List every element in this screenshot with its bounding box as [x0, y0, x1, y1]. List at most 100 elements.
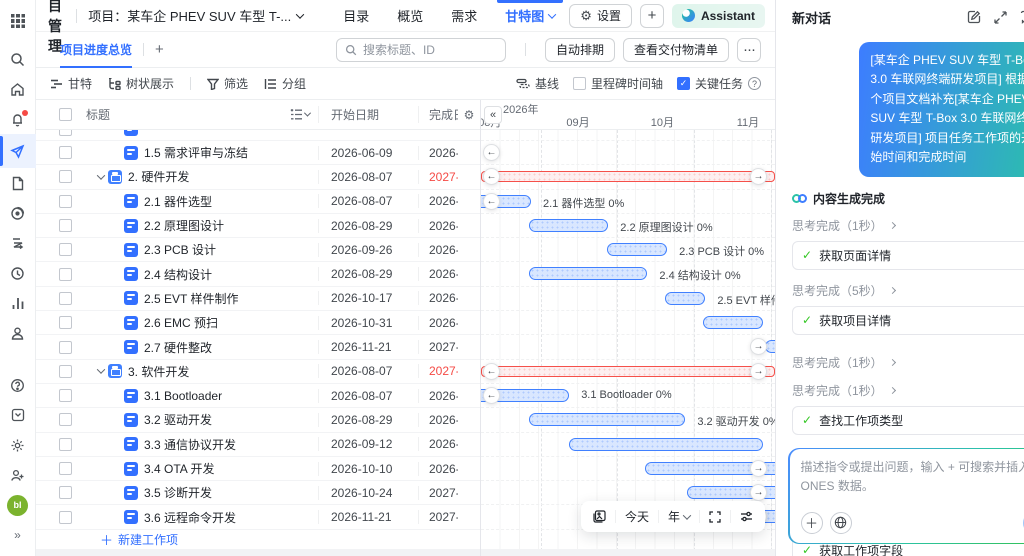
table-row[interactable]: 2.5 EVT 样件制作 2026-10-17 2026-10	[36, 286, 480, 312]
gantt-bar[interactable]	[528, 218, 609, 232]
gantt-bar[interactable]	[568, 437, 763, 451]
gantt-bar[interactable]	[665, 291, 706, 305]
table-row[interactable]: 3.6 远程命令开发 2026-11-21 2027-02	[36, 505, 480, 530]
scroll-to-bar-right-arrow[interactable]: →	[750, 459, 767, 477]
select-all-checkbox[interactable]	[59, 108, 72, 121]
start-date-cell[interactable]: 2026-08-29	[318, 218, 418, 233]
start-date-cell[interactable]: 2026-09-26	[318, 242, 418, 257]
task-title[interactable]: 3.1 Bootloader	[144, 389, 222, 403]
help-icon[interactable]	[0, 370, 36, 400]
task-title[interactable]: 2.2 原理图设计	[144, 217, 224, 234]
web-globe-button[interactable]	[829, 511, 852, 534]
thinking-status[interactable]: 思考完成（1秒）	[792, 382, 1024, 399]
finish-date-cell[interactable]: 2026-12	[418, 461, 458, 476]
table-row[interactable]: 2.6 EMC 预扫 2026-10-31 2026-11	[36, 311, 480, 336]
milestone-timeline-toggle[interactable]: 里程碑时间轴	[572, 75, 663, 92]
settings-button[interactable]: ⚙ 设置	[569, 3, 632, 28]
deliverables-button[interactable]: 查看交付物清单	[622, 37, 729, 62]
table-row[interactable]: 3.1 Bootloader 2026-08-07 2026-09	[36, 383, 480, 409]
start-date-cell[interactable]: 2026-10-24	[318, 485, 418, 500]
scroll-to-bar-left-arrow[interactable]: ←	[483, 168, 500, 186]
finish-date-cell[interactable]: 2027-02	[418, 510, 458, 525]
attach-plus-button[interactable]: ＋	[800, 511, 823, 534]
table-row[interactable]: 2.4 结构设计 2026-08-29 2026-10	[36, 262, 480, 287]
expand-chevron-icon[interactable]	[94, 365, 108, 375]
rail-collapse-icon[interactable]: »	[0, 520, 36, 550]
start-date-cell[interactable]: 2026-08-29	[318, 267, 418, 282]
gantt-bar[interactable]	[528, 413, 686, 427]
scroll-to-bar-left-arrow[interactable]: ←	[483, 192, 500, 210]
critical-tasks-toggle[interactable]: ✓ 关键任务 ?	[676, 75, 761, 92]
task-title[interactable]: 2.3 PCB 设计	[144, 241, 216, 258]
project-selector[interactable]: 项目：某车企 PHEV SUV 车型 T-...	[88, 6, 305, 25]
today-button[interactable]: 今天	[625, 508, 649, 525]
baseline-button[interactable]: 基线	[516, 75, 559, 92]
start-date-cell[interactable]: 2026-10-31	[318, 315, 418, 330]
add-view-tab-button[interactable]: +	[155, 41, 164, 58]
row-checkbox[interactable]	[59, 267, 72, 281]
row-checkbox[interactable]	[59, 146, 72, 160]
chat-history-icon[interactable]	[1020, 10, 1024, 24]
task-title[interactable]: 2.1 器件选型	[144, 193, 212, 210]
finish-date-cell[interactable]: 2027-01	[418, 485, 458, 500]
start-date-cell[interactable]: 2026-08-07	[318, 364, 418, 379]
expand-chevron-icon[interactable]	[94, 171, 108, 180]
projects-icon[interactable]	[0, 134, 36, 168]
row-checkbox[interactable]	[59, 437, 72, 451]
table-row[interactable]: 2.7 硬件整改 2026-11-21 2027-01	[36, 335, 480, 360]
start-date-cell[interactable]: 2026-09-12	[318, 437, 418, 452]
target-icon[interactable]	[0, 198, 36, 228]
gantt-mode-button[interactable]: 甘特	[50, 75, 92, 92]
task-title[interactable]: 2.4 结构设计	[144, 266, 212, 283]
table-row[interactable]: 1.5 需求评审与冻结 2026-06-09 2026-06	[36, 141, 480, 166]
start-date-cell[interactable]: 2026-11-21	[318, 340, 418, 355]
tool-call-card[interactable]: ✓ 查找工作项类型	[792, 405, 1024, 435]
expand-panel-icon[interactable]	[994, 10, 1008, 24]
finish-date-cell[interactable]: 2026-09	[418, 388, 458, 403]
row-checkbox[interactable]	[59, 389, 72, 403]
user-avatar[interactable]: bl	[0, 490, 36, 520]
settings-gear-icon[interactable]	[0, 430, 36, 460]
scroll-to-bar-right-arrow[interactable]: →	[750, 362, 767, 380]
table-row[interactable]: 2. 硬件开发 2026-08-07 2027-04	[36, 165, 480, 190]
start-date-cell[interactable]: 2026-08-07	[318, 388, 418, 403]
task-title[interactable]: 2.7 硬件整改	[144, 339, 212, 356]
table-row[interactable]: 3.4 OTA 开发 2026-10-10 2026-12	[36, 456, 480, 482]
tab-目录[interactable]: 目录	[329, 0, 383, 32]
finish-date-cell[interactable]: 2026-10	[418, 412, 458, 427]
scroll-to-bar-left-arrow[interactable]: ←	[483, 144, 500, 161]
finish-date-cell[interactable]: 2026-08	[418, 194, 458, 209]
start-date-cell[interactable]: 2026-10-10	[318, 461, 418, 476]
tab-概览[interactable]: 概览	[383, 0, 437, 32]
tab-需求[interactable]: 需求	[437, 0, 491, 32]
new-chat-compose-icon[interactable]	[967, 10, 981, 24]
inbox-icon[interactable]	[0, 400, 36, 430]
finish-date-cell[interactable]: 2027-05	[418, 364, 458, 379]
auto-schedule-button[interactable]: 自动排期	[544, 37, 615, 62]
task-title[interactable]: 3.5 诊断开发	[144, 484, 212, 501]
task-title[interactable]: 3.6 远程命令开发	[144, 509, 236, 526]
tree-view-button[interactable]: 树状展示	[108, 75, 174, 92]
notifications-bell-icon[interactable]	[0, 104, 36, 134]
tool-call-card[interactable]: ✓ 获取页面详情	[792, 240, 1024, 270]
row-checkbox[interactable]	[59, 219, 72, 233]
tool-call-card[interactable]: ✓ 获取项目详情	[792, 305, 1024, 335]
tab-甘特图[interactable]: 甘特图	[491, 0, 569, 32]
finish-date-cell[interactable]: 2026-06	[418, 145, 458, 160]
export-image-icon[interactable]	[593, 510, 606, 523]
task-title[interactable]: 2. 硬件开发	[128, 168, 189, 185]
table-row[interactable]: 2.3 PCB 设计 2026-09-26 2026-10	[36, 238, 480, 263]
row-checkbox[interactable]	[59, 364, 72, 378]
table-settings-gear-icon[interactable]: ⚙	[458, 108, 480, 122]
start-date-cell[interactable]: 2026-08-07	[318, 194, 418, 209]
start-date-cell[interactable]: 2026-11-21	[318, 510, 418, 525]
row-checkbox[interactable]	[59, 316, 72, 330]
row-checkbox[interactable]	[59, 510, 72, 524]
row-checkbox[interactable]	[59, 462, 72, 475]
thinking-status[interactable]: 思考完成（1秒）	[792, 354, 1024, 371]
start-date-cell[interactable]: 2026-08-07	[318, 169, 418, 184]
gantt-bar[interactable]	[481, 365, 775, 377]
row-checkbox[interactable]	[59, 194, 72, 208]
scroll-to-bar-left-arrow[interactable]: ←	[483, 362, 500, 380]
task-title[interactable]: 1.5 需求评审与冻结	[144, 144, 248, 161]
